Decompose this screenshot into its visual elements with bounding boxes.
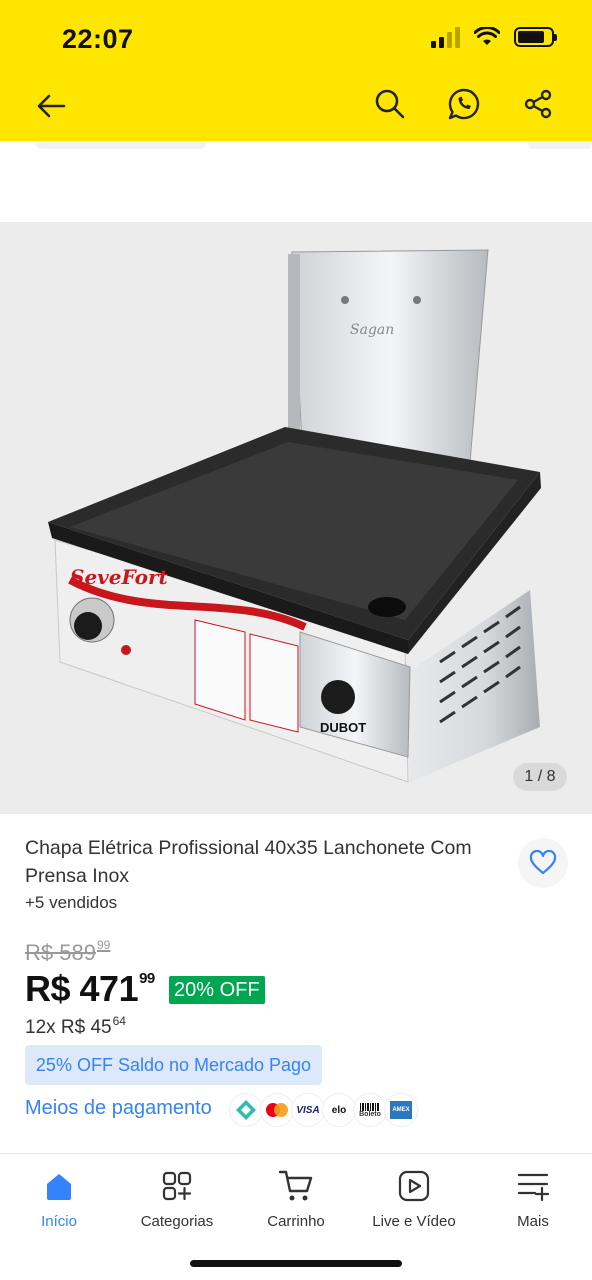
installments-cents: 64 — [112, 1014, 126, 1028]
tab-label: Live e Vídeo — [372, 1213, 456, 1230]
discount-badge: 20% OFF — [169, 976, 265, 1004]
home-icon — [47, 1174, 71, 1200]
payment-methods-link[interactable]: Meios de pagamento — [25, 1097, 212, 1120]
play-icon — [398, 1170, 430, 1202]
installments-main: 12x R$ 45 — [25, 1017, 112, 1038]
whatsapp-button[interactable] — [446, 86, 482, 122]
mastercard-icon — [260, 1093, 294, 1127]
tab-live-video[interactable]: Live e Vídeo — [355, 1166, 473, 1230]
old-price-cents: 99 — [96, 938, 111, 952]
product-title: Chapa Elétrica Profissional 40x35 Lancho… — [25, 837, 472, 887]
top-bar: 22:07 — [0, 0, 592, 141]
old-price: R$ 58999 — [25, 938, 110, 966]
whatsapp-icon — [448, 88, 480, 120]
tab-categorias[interactable]: Categorias — [118, 1166, 236, 1230]
categories-icon — [162, 1171, 192, 1201]
elo-icon: elo — [322, 1093, 356, 1127]
installments: 12x R$ 4564 — [25, 1014, 126, 1039]
search-icon — [375, 89, 405, 119]
header-actions — [372, 86, 556, 122]
search-button[interactable] — [372, 86, 408, 122]
tab-label: Início — [41, 1213, 77, 1230]
product-image: Sagan SeveFort DUBOT — [48, 249, 541, 783]
tab-label: Carrinho — [267, 1213, 325, 1230]
share-icon — [524, 89, 552, 119]
back-button[interactable] — [34, 88, 70, 124]
tab-mais[interactable]: Mais — [474, 1166, 592, 1230]
heart-icon — [529, 850, 557, 875]
old-price-main: R$ 589 — [25, 939, 96, 965]
amex-label: AMEX — [390, 1101, 412, 1119]
cart-icon — [278, 1170, 313, 1201]
image-counter: 1 / 8 — [513, 763, 567, 791]
svg-text:Sagan: Sagan — [350, 322, 394, 338]
price-cents: 99 — [139, 970, 155, 987]
favorite-button[interactable] — [518, 838, 568, 888]
status-icons — [431, 26, 557, 48]
carousel-edge — [36, 141, 206, 149]
tab-inicio[interactable]: Início — [0, 1166, 118, 1230]
back-arrow-icon — [37, 94, 66, 118]
amex-icon: AMEX — [384, 1093, 418, 1127]
pix-icon — [229, 1093, 263, 1127]
price-main: R$ 471 — [25, 968, 139, 1009]
menu-icon — [517, 1173, 550, 1201]
boleto-icon: Boleto — [353, 1093, 387, 1127]
tab-carrinho[interactable]: Carrinho — [237, 1166, 355, 1230]
promo-banner[interactable]: 25% OFF Saldo no Mercado Pago — [25, 1045, 322, 1085]
cellular-signal-icon — [431, 26, 460, 48]
brand-print-2: DUBOT — [320, 720, 366, 735]
status-time: 22:07 — [62, 24, 134, 54]
current-price: R$ 47199 — [25, 968, 155, 1010]
product-image-gallery[interactable]: Sagan SeveFort DUBOT 1 / 8 — [0, 222, 592, 814]
boleto-label: Boleto — [359, 1110, 381, 1118]
wifi-icon — [474, 27, 500, 45]
payment-icons: VISA elo Boleto AMEX — [229, 1093, 418, 1127]
visa-icon: VISA — [291, 1093, 325, 1127]
tab-label: Mais — [517, 1213, 549, 1230]
share-button[interactable] — [520, 86, 556, 122]
sold-count: +5 vendidos — [25, 893, 118, 912]
tab-label: Categorias — [140, 1213, 214, 1230]
carousel-edge — [528, 141, 592, 149]
home-indicator — [190, 1260, 402, 1267]
brand-print: SeveFort — [70, 565, 168, 589]
battery-icon — [514, 27, 557, 47]
